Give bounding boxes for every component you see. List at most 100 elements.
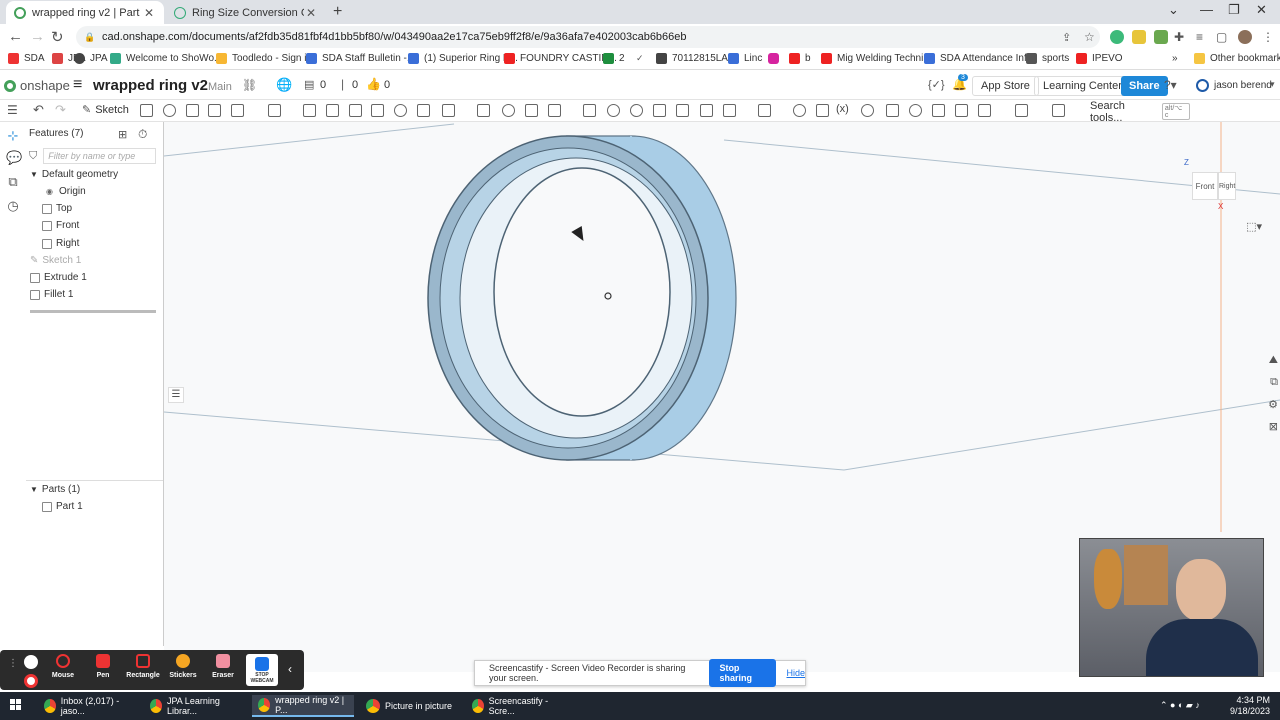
taskbar-item[interactable]: wrapped ring v2 | P... bbox=[252, 695, 354, 717]
bookmark-item[interactable]: IPEVO bbox=[1076, 53, 1123, 64]
redo-icon[interactable]: ↷ bbox=[55, 102, 66, 118]
share-url-icon[interactable]: ⇪ bbox=[1062, 31, 1071, 44]
bookmark-item[interactable]: 2 bbox=[603, 53, 625, 64]
stickers-tool[interactable]: Stickers bbox=[164, 654, 202, 679]
st-feature-icon[interactable] bbox=[1052, 104, 1065, 117]
move-face-icon[interactable] bbox=[630, 104, 643, 117]
feature-extrude-1[interactable]: Extrude 1 bbox=[30, 272, 87, 283]
draft-icon[interactable] bbox=[326, 104, 339, 117]
feature-sketch-1[interactable]: ✎ Sketch 1 bbox=[30, 255, 81, 266]
bookmarks-overflow[interactable]: » bbox=[1172, 53, 1178, 64]
mate-connector-icon[interactable] bbox=[723, 104, 736, 117]
extension-grammarly-icon[interactable] bbox=[1110, 30, 1124, 44]
stop-webcam-button[interactable]: STOP WEBCAM bbox=[246, 654, 278, 686]
feature-front-plane[interactable]: Front bbox=[42, 220, 79, 231]
workspace-name[interactable]: Main bbox=[208, 81, 232, 93]
part-1[interactable]: Part 1 bbox=[42, 501, 83, 512]
rollback-bar[interactable] bbox=[30, 310, 156, 313]
document-title[interactable]: wrapped ring v2 bbox=[93, 77, 208, 94]
surface-icon[interactable] bbox=[886, 104, 899, 117]
split-icon[interactable] bbox=[525, 104, 538, 117]
learning-center-button[interactable]: Learning Center bbox=[1034, 76, 1131, 96]
new-tab-button[interactable]: + bbox=[333, 3, 342, 21]
hide-button[interactable]: Hide bbox=[786, 668, 805, 678]
clock-icon[interactable]: ◷ bbox=[6, 198, 20, 213]
bookmark-item[interactable] bbox=[768, 53, 784, 64]
taskbar-clock[interactable]: 4:34 PM 9/18/2023 bbox=[1230, 695, 1270, 717]
bookmark-item[interactable]: Toodledo - Sign in bbox=[216, 53, 312, 64]
share-button[interactable]: Share bbox=[1121, 76, 1168, 96]
feature-tree-icon[interactable]: ⊹ bbox=[6, 128, 20, 143]
view-options-icon[interactable]: ⬚▾ bbox=[1246, 220, 1262, 233]
undo-icon[interactable]: ↶ bbox=[33, 102, 44, 118]
bookmark-item[interactable]: FOUNDRY CASTIN... bbox=[504, 53, 617, 64]
close-window-icon[interactable]: ✕ bbox=[1256, 2, 1267, 18]
transform-icon[interactable] bbox=[548, 104, 561, 117]
reload-icon[interactable]: ↻ bbox=[51, 28, 64, 46]
mirror-icon[interactable] bbox=[477, 104, 490, 117]
close-tab-icon[interactable]: ✕ bbox=[304, 6, 318, 20]
globe-icon[interactable]: 🌐 bbox=[276, 77, 292, 93]
variable-icon[interactable]: (x) bbox=[836, 103, 849, 115]
url-bar[interactable]: 🔒 cad.onshape.com/documents/af2fdb35d81f… bbox=[76, 26, 1100, 48]
tab-wrapped-ring[interactable]: wrapped ring v2 | Part Studio 1 ✕ bbox=[6, 1, 164, 24]
pattern-icon[interactable] bbox=[442, 104, 455, 117]
enclose-icon[interactable] bbox=[932, 104, 945, 117]
default-geometry-folder[interactable]: ▼ Default geometry bbox=[30, 169, 118, 180]
windows-start-icon[interactable] bbox=[10, 699, 22, 711]
view-cube[interactable]: Front Right Z X bbox=[1184, 158, 1240, 211]
delete-part-icon[interactable] bbox=[583, 104, 596, 117]
rectangle-tool[interactable]: Rectangle bbox=[124, 654, 162, 679]
revolve-icon[interactable] bbox=[163, 104, 176, 117]
pen-tool[interactable]: Pen bbox=[84, 654, 122, 679]
bookmark-item[interactable]: b bbox=[789, 53, 811, 64]
sheet-metal-icon[interactable] bbox=[758, 104, 771, 117]
loft-icon[interactable] bbox=[208, 104, 221, 117]
feature-list-icon[interactable]: ☰ bbox=[7, 103, 18, 117]
bookmark-item[interactable]: Linc bbox=[728, 53, 762, 64]
bookmark-item[interactable]: (1) Superior Ring B... bbox=[408, 53, 518, 64]
comment-icon[interactable]: ❘ bbox=[338, 78, 347, 91]
extrude-icon[interactable] bbox=[140, 104, 153, 117]
menu-icon[interactable]: ⋮ bbox=[1262, 30, 1274, 44]
link-icon[interactable]: ⛓ bbox=[242, 78, 257, 92]
tray-icons[interactable]: ⌃ ● ◐ ▰ ♪ bbox=[1160, 700, 1200, 711]
bookmark-item[interactable]: 70112815LA bbox=[656, 53, 728, 64]
media-icon[interactable]: ≡ bbox=[1196, 30, 1203, 44]
user-name[interactable]: jason berend bbox=[1214, 80, 1272, 91]
back-icon[interactable]: ← bbox=[8, 28, 23, 45]
feature-fillet-1[interactable]: Fillet 1 bbox=[30, 289, 73, 300]
parts-folder[interactable]: ▼ Parts (1) bbox=[30, 484, 80, 495]
chevron-down-icon[interactable]: ▾ bbox=[1270, 79, 1275, 90]
hamburger-icon[interactable]: ≡ bbox=[73, 76, 82, 94]
bookmark-item[interactable]: sports bbox=[1026, 53, 1069, 64]
bookmark-item[interactable]: SDA bbox=[8, 53, 45, 64]
extension-icon[interactable] bbox=[1132, 30, 1146, 44]
add-folder-icon[interactable]: ⊞ bbox=[118, 128, 127, 141]
sidepanel-icon[interactable]: ▢ bbox=[1216, 30, 1227, 44]
comments-icon[interactable]: 💬 bbox=[6, 150, 22, 165]
bookmark-item[interactable]: JPAJPA bbox=[74, 53, 108, 64]
sweep-icon[interactable] bbox=[186, 104, 199, 117]
pause-icon[interactable] bbox=[24, 655, 38, 669]
eraser-tool[interactable]: Eraser bbox=[204, 654, 242, 679]
boolean-icon[interactable] bbox=[502, 104, 515, 117]
shell-icon[interactable] bbox=[371, 104, 384, 117]
measure-icon[interactable] bbox=[793, 104, 806, 117]
section-icon[interactable] bbox=[816, 104, 829, 117]
close-tab-icon[interactable]: ✕ bbox=[142, 6, 156, 20]
restore-icon[interactable]: ❐ bbox=[1228, 2, 1240, 18]
wrap-icon[interactable] bbox=[955, 104, 968, 117]
taskbar-item[interactable]: Inbox (2,017) - jaso... bbox=[38, 695, 138, 717]
composite-icon[interactable] bbox=[978, 104, 991, 117]
help-icon[interactable]: ?▾ bbox=[1164, 78, 1177, 92]
hole-icon[interactable] bbox=[394, 104, 407, 117]
bookmark-item[interactable]: Mig Welding Techni... bbox=[821, 53, 932, 64]
taskbar-item[interactable]: Picture in picture bbox=[360, 695, 460, 717]
thicken-icon[interactable] bbox=[231, 104, 244, 117]
webcam-overlay[interactable] bbox=[1079, 538, 1264, 677]
list-toggle-icon[interactable]: ☰ bbox=[168, 387, 184, 403]
side-tool-icon[interactable]: ⧉ bbox=[1270, 376, 1278, 389]
chevron-down-icon[interactable]: ⌄ bbox=[1168, 2, 1179, 18]
fillet-icon[interactable] bbox=[268, 104, 281, 117]
